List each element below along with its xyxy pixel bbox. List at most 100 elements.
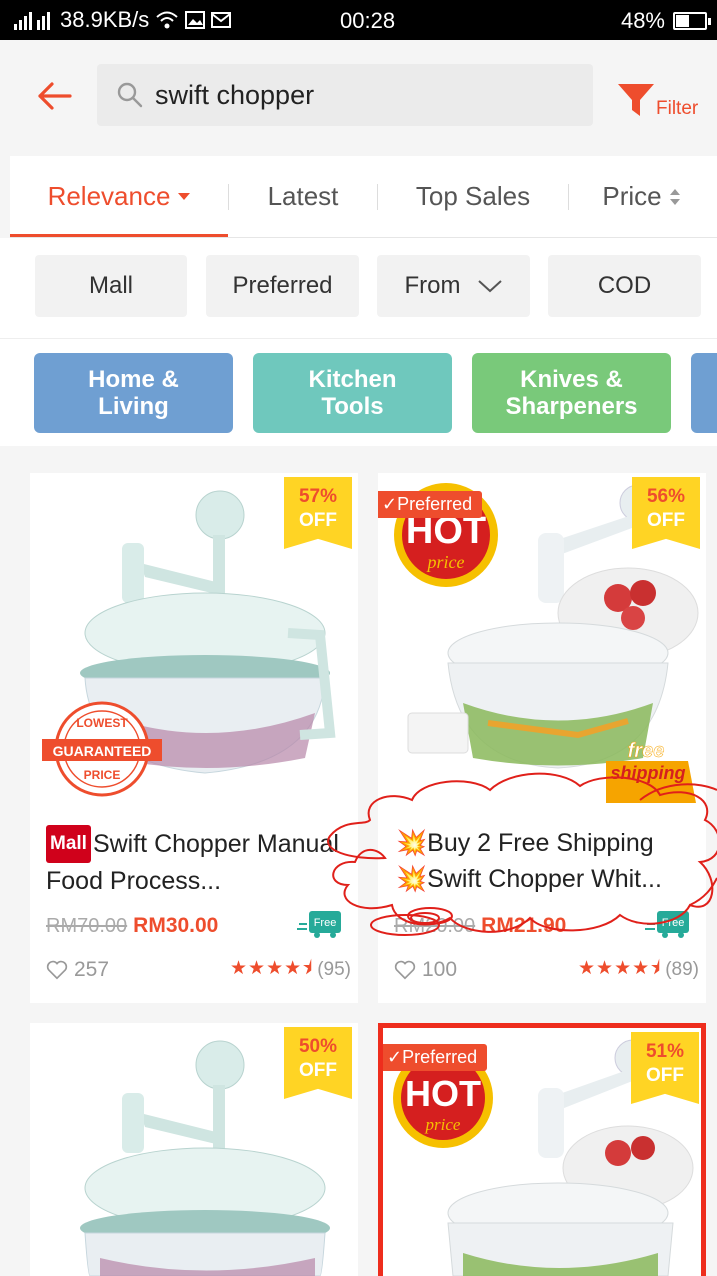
mall-badge: Mall xyxy=(46,825,91,863)
status-left: 38.9KB/s xyxy=(14,7,232,33)
like-count: 257 xyxy=(74,958,110,981)
free-label: Free xyxy=(314,917,337,929)
battery-percent: 48% xyxy=(620,8,665,33)
rating-count: (95) xyxy=(317,959,351,980)
category-knives-sharpeners[interactable]: Knives & Sharpeners xyxy=(472,353,671,433)
discount-badge: 51% OFF xyxy=(631,1032,699,1104)
product-image: GUARANTEED LOWEST PRICE 57% OFF xyxy=(30,473,358,803)
like-count: 100 xyxy=(422,958,458,981)
tab-price-label: Price xyxy=(602,181,662,211)
product-card[interactable]: GUARANTEED LOWEST PRICE 57% OFF Mall Swif… xyxy=(30,473,358,1003)
tab-latest[interactable]: Latest xyxy=(229,156,377,237)
tab-top-sales-label: Top Sales xyxy=(415,181,531,211)
preferred-label: Preferred xyxy=(397,494,473,514)
price-line: RM70.00 RM30.00 Free xyxy=(46,909,351,943)
heart-icon[interactable] xyxy=(46,959,68,981)
product-title-line2: 💥Swift Chopper Whit... xyxy=(396,861,696,897)
product-title: Mall Swift Chopper Manual Food Process... xyxy=(46,825,346,899)
product-card[interactable]: HOT price free shipping ✓Preferred 56% O… xyxy=(378,473,706,1003)
back-arrow-icon[interactable] xyxy=(34,76,74,116)
meta-line: 100 ★★★★⯨ (89) xyxy=(394,955,699,985)
wifi-icon xyxy=(156,11,178,29)
free-label: Free xyxy=(662,917,685,929)
filter-chips: Mall Preferred From COD xyxy=(0,238,717,338)
discount-percent: 57% xyxy=(298,486,338,507)
gallery-icon xyxy=(185,11,206,29)
free-ship-top: free xyxy=(628,740,665,762)
filter-icon xyxy=(618,84,654,116)
sort-tabs: Relevance Latest Top Sales Price xyxy=(10,156,717,238)
title-line1-text: Buy 2 Free Shipping xyxy=(427,829,654,857)
category-label: Kitchen Tools xyxy=(308,366,397,420)
sort-arrows-icon xyxy=(669,188,680,205)
discount-percent: 51% xyxy=(645,1041,685,1062)
product-card[interactable]: HOT price ✓Preferred 51% OFF xyxy=(378,1023,706,1276)
meta-line: 257 ★★★★⯨ (95) xyxy=(46,955,351,985)
original-price: RM20.00 xyxy=(394,914,476,937)
chip-preferred[interactable]: Preferred xyxy=(206,255,359,317)
category-label: Knives & Sharpeners xyxy=(505,366,638,420)
chip-from[interactable]: From xyxy=(377,255,530,317)
chip-mall[interactable]: Mall xyxy=(35,255,187,317)
rating-count: (89) xyxy=(665,959,699,980)
category-label: Home & Living xyxy=(88,366,179,420)
chip-preferred-label: Preferred xyxy=(232,272,333,299)
original-price: RM70.00 xyxy=(46,914,128,937)
heart-icon[interactable] xyxy=(394,959,416,981)
sale-price: RM30.00 xyxy=(133,914,219,937)
chip-mall-label: Mall xyxy=(88,272,133,299)
preferred-badge: ✓Preferred xyxy=(383,1044,488,1071)
discount-off: OFF xyxy=(299,510,337,531)
chip-cod[interactable]: COD xyxy=(548,255,701,317)
product-image: 50% OFF xyxy=(30,1023,358,1276)
search-icon xyxy=(117,82,143,108)
discount-badge: 56% OFF xyxy=(632,477,700,549)
hot-sub-label: price xyxy=(426,552,465,572)
rating-stars: ★★★★⯨ xyxy=(578,958,662,979)
battery-icon xyxy=(673,12,711,30)
category-next[interactable] xyxy=(691,353,717,433)
search-input[interactable]: swift chopper xyxy=(97,64,593,126)
sale-price: RM21.90 xyxy=(481,914,567,937)
sparkle-icon: 💥 xyxy=(396,865,428,893)
tab-latest-label: Latest xyxy=(267,181,339,211)
discount-off: OFF xyxy=(646,1065,684,1086)
free-ship-bottom: shipping xyxy=(611,763,686,783)
tab-price[interactable]: Price xyxy=(569,156,715,237)
status-bar: 38.9KB/s 00:28 48% xyxy=(0,0,717,40)
discount-badge: 50% OFF xyxy=(284,1027,352,1099)
filter-label: Filter xyxy=(656,98,699,119)
price-line: RM20.00 RM21.90 Free xyxy=(394,909,699,943)
sparkle-icon: 💥 xyxy=(396,829,428,857)
tab-relevance[interactable]: Relevance xyxy=(10,156,228,237)
chip-cod-label: COD xyxy=(597,272,652,299)
product-card[interactable]: 50% OFF xyxy=(30,1023,358,1276)
filter-button[interactable]: Filter xyxy=(616,76,698,120)
category-home-living[interactable]: Home & Living xyxy=(34,353,233,433)
caret-down-icon xyxy=(178,193,191,200)
search-query: swift chopper xyxy=(155,79,315,110)
chevron-down-icon xyxy=(477,280,502,293)
hot-sub-label: price xyxy=(425,1115,461,1134)
network-speed: 38.9KB/s xyxy=(60,7,150,32)
tab-top-sales[interactable]: Top Sales xyxy=(378,156,568,237)
badge-lowest: LOWEST xyxy=(76,716,128,730)
preferred-label: Preferred xyxy=(402,1047,478,1067)
title-line2-text: Swift Chopper Whit... xyxy=(427,865,662,893)
rating-stars: ★★★★⯨ xyxy=(230,958,314,979)
discount-percent: 50% xyxy=(298,1036,338,1057)
badge-price: PRICE xyxy=(84,768,121,782)
tab-relevance-label: Relevance xyxy=(47,181,171,211)
free-shipping-truck-icon: Free xyxy=(297,911,341,938)
chip-from-label: From xyxy=(404,272,461,299)
category-row: Home & Living Kitchen Tools Knives & Sha… xyxy=(0,338,717,446)
clock: 00:28 xyxy=(340,8,396,33)
free-shipping-truck-icon: Free xyxy=(645,911,689,938)
discount-off: OFF xyxy=(647,510,685,531)
discount-badge: 57% OFF xyxy=(284,477,352,549)
hot-label: HOT xyxy=(405,1073,481,1114)
category-kitchen-tools[interactable]: Kitchen Tools xyxy=(253,353,452,433)
signal-icon xyxy=(14,12,50,30)
product-image: HOT price ✓Preferred 51% OFF xyxy=(378,1023,706,1276)
product-title-line1: 💥Buy 2 Free Shipping xyxy=(396,825,696,861)
